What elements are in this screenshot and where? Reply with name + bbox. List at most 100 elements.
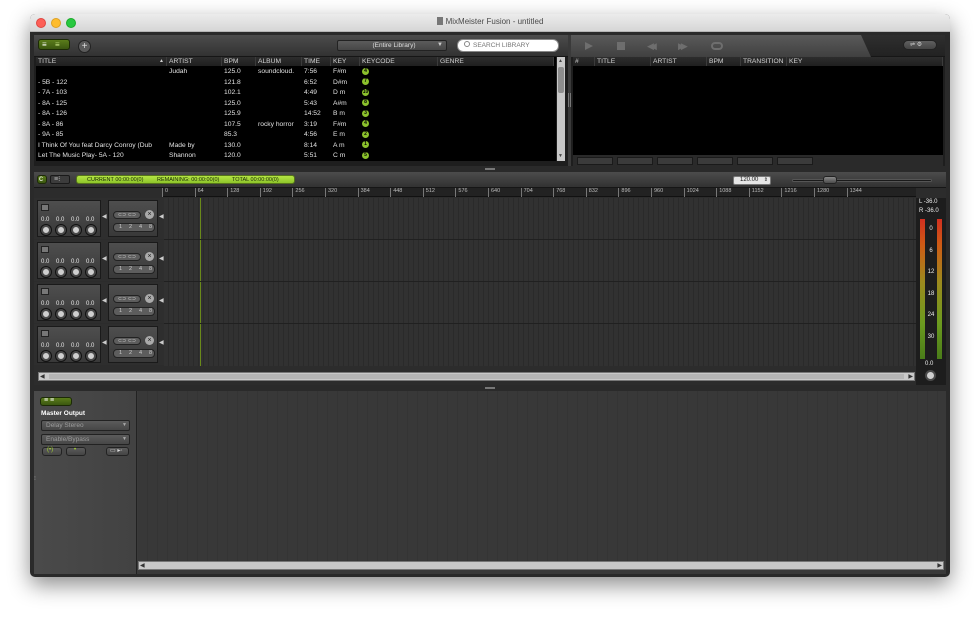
track-remove-button[interactable]: × — [145, 336, 154, 345]
loop-length-option[interactable]: 4 — [139, 224, 142, 231]
timeline-view-button[interactable]: ≡⁝ — [50, 175, 70, 184]
loop-length-option[interactable]: 1 — [119, 224, 122, 231]
effect-bypass-button[interactable]: (•) — [42, 447, 62, 456]
loop-toggle-button[interactable]: ⊂⊃ ⊂⊃ — [113, 253, 141, 261]
track-enable-button[interactable] — [41, 204, 49, 211]
track-knob[interactable] — [86, 225, 96, 235]
loop-length-selector[interactable]: 1248 — [113, 265, 155, 274]
play-icon[interactable] — [585, 42, 593, 50]
column-header-artist[interactable]: ARTIST — [167, 57, 222, 66]
loop-length-option[interactable]: 2 — [129, 266, 132, 273]
previous-track-icon[interactable]: ◀◀ — [647, 41, 657, 52]
track-knob[interactable] — [86, 309, 96, 319]
effect-mode-select[interactable]: Enable/Bypass ▼ — [41, 434, 130, 445]
playlist-column-header[interactable]: BPM — [707, 57, 741, 66]
panel-resize-handle-icon[interactable]: ⁝ — [34, 475, 36, 482]
track-knob[interactable] — [56, 267, 66, 277]
track-knob[interactable] — [56, 225, 66, 235]
track-enable-button[interactable] — [41, 288, 49, 295]
transition-slot[interactable] — [737, 157, 773, 165]
scroll-left-arrow-icon[interactable]: ◀ — [40, 373, 45, 380]
library-row[interactable]: - 8A - 86 107.5 rocky horror 3:19 F#m 4 — [36, 120, 554, 131]
transition-slot[interactable] — [617, 157, 653, 165]
library-source-select[interactable]: (Entire Library) ▼ — [337, 40, 447, 51]
scroll-thumb[interactable] — [558, 67, 564, 93]
column-header-time[interactable]: TIME — [302, 57, 331, 66]
library-row[interactable]: - 7A - 103 102.1 4:49 D m 10 — [36, 88, 554, 99]
track-collapse-arrow-icon[interactable]: ◀ — [102, 213, 107, 220]
track-knob[interactable] — [56, 351, 66, 361]
track-enable-button[interactable] — [41, 330, 49, 337]
transition-slot[interactable] — [577, 157, 613, 165]
loop-length-selector[interactable]: 1248 — [113, 223, 155, 232]
library-row[interactable]: - 5B - 122 121.8 6:52 D#m 7 — [36, 78, 554, 89]
loop-icon[interactable] — [711, 42, 723, 50]
library-row[interactable]: Let The Music Play- 5A - 120 Shannon 120.0… — [36, 151, 554, 161]
effect-select[interactable]: Delay Stereo ▼ — [41, 420, 130, 431]
library-row[interactable]: - 8A - 126 125.9 14:52 B m 3 — [36, 109, 554, 120]
track-knob[interactable] — [71, 351, 81, 361]
track-knob[interactable] — [41, 267, 51, 277]
column-header-genre[interactable]: GENRE — [438, 57, 554, 66]
library-row[interactable]: I Think Of You feat Darcy Conroy (Dub Mad… — [36, 141, 554, 152]
track-knob[interactable] — [71, 225, 81, 235]
track-knob[interactable] — [86, 351, 96, 361]
track-collapse-arrow-icon[interactable]: ◀ — [102, 255, 107, 262]
library-view-toggle-button[interactable]: ≡ ≡ — [38, 39, 70, 50]
loop-length-option[interactable]: 8 — [149, 350, 152, 357]
scroll-right-arrow-icon[interactable]: ▶ — [908, 373, 913, 380]
track-enable-button[interactable] — [41, 246, 49, 253]
playlist-options-button[interactable]: ⇌ ⚙ — [903, 40, 937, 50]
column-header-title[interactable]: TITLE ▲ — [36, 57, 167, 66]
loop-length-option[interactable]: 2 — [129, 308, 132, 315]
track-expand-arrow-icon[interactable]: ◀ — [159, 339, 164, 346]
master-volume-knob[interactable] — [925, 370, 936, 381]
timeline-mode-button[interactable]: c — [37, 174, 47, 184]
track-remove-button[interactable]: × — [145, 294, 154, 303]
loop-length-option[interactable]: 1 — [119, 266, 122, 273]
transition-slot[interactable] — [697, 157, 733, 165]
transition-slot[interactable] — [777, 157, 813, 165]
track-expand-arrow-icon[interactable]: ◀ — [159, 255, 164, 262]
loop-length-option[interactable]: 4 — [139, 308, 142, 315]
playlist-column-header[interactable]: # — [573, 57, 595, 66]
playlist-column-header[interactable]: TITLE — [595, 57, 651, 66]
search-library-field[interactable] — [457, 39, 559, 52]
vertical-splitter[interactable] — [568, 35, 571, 166]
playhead[interactable] — [200, 198, 201, 366]
library-row[interactable]: Judah 125.0 soundcloud. 7:56 F#m 4 — [36, 67, 554, 78]
zoom-slider[interactable] — [792, 176, 932, 184]
track-knob[interactable] — [71, 267, 81, 277]
effect-settings-button[interactable]: ▭ ▸◦ — [106, 447, 129, 456]
scroll-left-arrow-icon[interactable]: ◀ — [140, 562, 145, 569]
library-row[interactable]: - 9A - 85 85.3 4:56 E m 2 — [36, 130, 554, 141]
loop-toggle-button[interactable]: ⊂⊃ ⊂⊃ — [113, 295, 141, 303]
track-expand-arrow-icon[interactable]: ◀ — [159, 297, 164, 304]
playlist-column-header[interactable]: KEY — [787, 57, 943, 66]
column-header-album[interactable]: ALBUM — [256, 57, 302, 66]
timeline-grid[interactable] — [164, 198, 916, 366]
playlist-column-header[interactable]: ARTIST — [651, 57, 707, 66]
playlist-column-header[interactable]: TRANSITION — [741, 57, 787, 66]
loop-length-option[interactable]: 2 — [129, 350, 132, 357]
column-header-keycode[interactable]: KEYCODE — [360, 57, 438, 66]
track-remove-button[interactable]: × — [145, 210, 154, 219]
scroll-thumb[interactable] — [49, 374, 904, 379]
track-knob[interactable] — [41, 351, 51, 361]
loop-length-option[interactable]: 4 — [139, 266, 142, 273]
scroll-right-arrow-icon[interactable]: ▶ — [937, 562, 942, 569]
loop-length-selector[interactable]: 1248 — [113, 349, 155, 358]
transition-slot[interactable] — [657, 157, 693, 165]
track-knob[interactable] — [41, 225, 51, 235]
loop-length-option[interactable]: 2 — [129, 224, 132, 231]
effects-view-toggle-button[interactable]: ≡ ≡ — [40, 397, 72, 406]
loop-length-selector[interactable]: 1248 — [113, 307, 155, 316]
column-header-key[interactable]: KEY — [331, 57, 360, 66]
track-knob[interactable] — [41, 309, 51, 319]
zoom-slider-thumb[interactable] — [823, 176, 837, 184]
loop-length-option[interactable]: 4 — [139, 350, 142, 357]
search-input[interactable] — [473, 41, 557, 50]
effects-scrollbar[interactable]: ◀ ▶ — [138, 561, 944, 570]
track-knob[interactable] — [71, 309, 81, 319]
track-collapse-arrow-icon[interactable]: ◀ — [102, 297, 107, 304]
